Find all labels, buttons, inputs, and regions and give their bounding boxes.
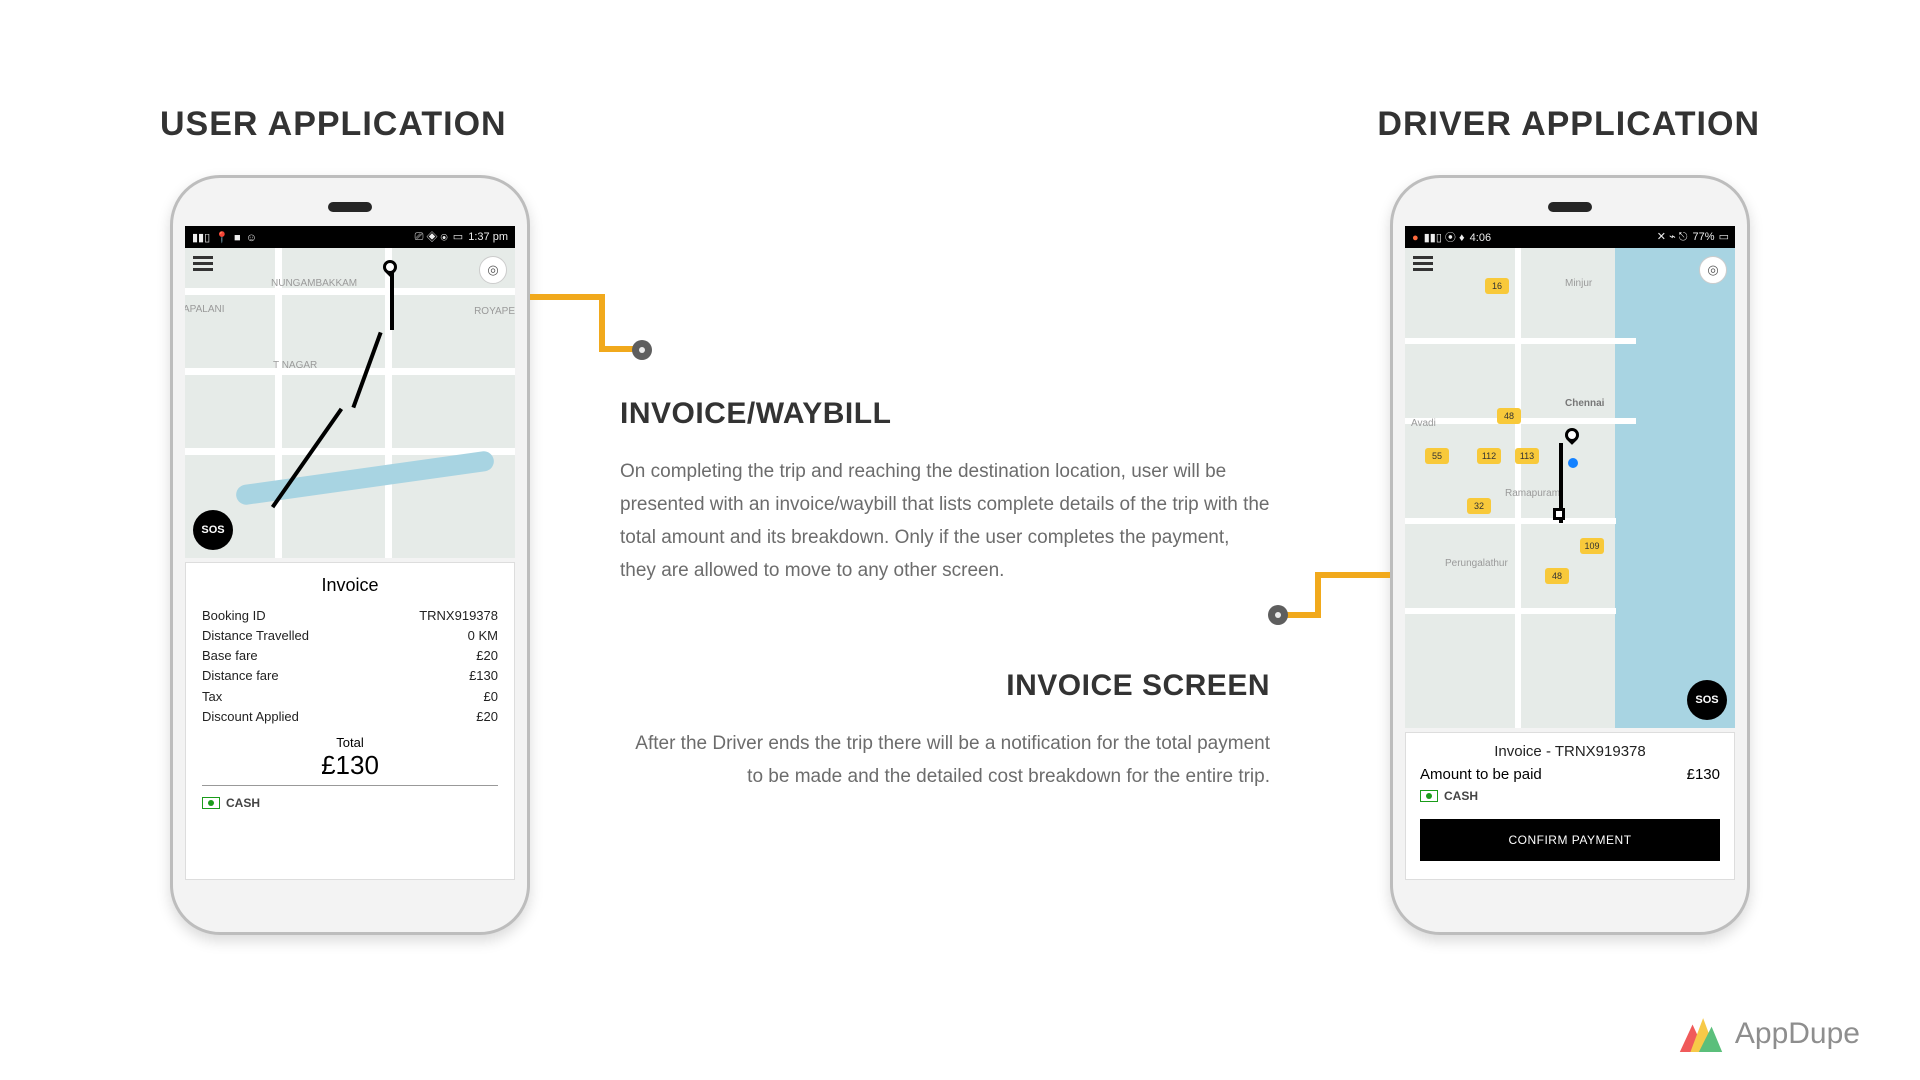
heading-user: USER APPLICATION [160,105,507,144]
invoice-card: Invoice Booking IDTRNX919378 Distance Tr… [185,562,515,880]
map-label: T NAGAR [273,360,317,371]
map[interactable]: Chennai Avadi Minjur Ramapuram Perungala… [1405,248,1735,728]
confirm-payment-button[interactable]: CONFIRM PAYMENT [1420,819,1720,861]
map-label: Chennai [1565,398,1604,409]
payment-method: CASH [202,796,498,810]
connector [1315,572,1390,578]
menu-icon[interactable] [1413,256,1433,271]
invoice-total: Total £130 [202,735,498,786]
payment-method: CASH [1420,789,1720,803]
map[interactable]: NUNGAMBAKKAM T NAGAR APALANI ROYAPE ◎ SO… [185,248,515,558]
phone-user: ▮▮▯ 📍 ■ ☺ ⎚ ◈ ⦿ ▭ 1:37 pm NUNGAMBAKKAM T… [170,175,530,935]
status-batt: 77% [1693,231,1715,243]
map-label: APALANI [185,304,225,315]
menu-icon[interactable] [193,256,213,271]
route-shield: 109 [1580,538,1604,554]
explainer-body: On completing the trip and reaching the … [620,455,1270,588]
explainer-title: INVOICE SCREEN [620,660,1270,713]
invoice-row: Distance fare£130 [202,666,498,686]
cash-icon [1420,790,1438,802]
route-shield: 16 [1485,278,1509,294]
pin-icon: 📍 [215,232,229,244]
invoice-row: Booking IDTRNX919378 [202,606,498,626]
heading-driver: DRIVER APPLICATION [1377,105,1760,144]
connector [599,294,605,346]
route-pin-icon [380,257,400,277]
amount-row: Amount to be paid £130 [1420,766,1720,783]
signal-icon: ▮▮▯ [192,232,210,244]
connector [530,294,605,300]
route-shield: 113 [1515,448,1539,464]
route-end-icon [1553,508,1565,520]
map-label: Perungalathur [1445,558,1508,569]
status-time: 1:37 pm [468,231,508,243]
route-shield: 48 [1497,408,1521,424]
cash-icon [202,797,220,809]
status-time: 4:06 [1470,232,1491,244]
map-label: Avadi [1411,418,1436,429]
phone-driver: ● ▮▮▯ ⦿ ♦ 4:06 ✕ ⌁ ⎋ 77% ▭ Chennai Avadi… [1390,175,1750,935]
map-label: Minjur [1565,278,1592,289]
sos-button[interactable]: SOS [1687,680,1727,720]
explainer-invoice-screen: INVOICE SCREEN After the Driver ends the… [620,660,1270,793]
recenter-button[interactable]: ◎ [479,256,507,284]
connector-dot-icon [632,340,652,360]
route-shield: 48 [1545,568,1569,584]
explainer-invoice-waybill: INVOICE/WAYBILL On completing the trip a… [620,388,1270,588]
invoice-row: Tax£0 [202,687,498,707]
explainer-title: INVOICE/WAYBILL [620,388,1270,441]
connector-dot-icon [1268,605,1288,625]
route-shield: 112 [1477,448,1501,464]
invoice-row: Base fare£20 [202,646,498,666]
map-label: NUNGAMBAKKAM [271,278,357,289]
connector [1315,572,1321,612]
invoice-row: Discount Applied£20 [202,707,498,727]
sos-button[interactable]: SOS [193,510,233,550]
map-label: Ramapuram [1505,488,1560,499]
current-location-icon [1568,458,1578,468]
earpiece [328,202,372,212]
driver-invoice-card: Invoice - TRNX919378 Amount to be paid £… [1405,732,1735,880]
brand-name: AppDupe [1735,1017,1860,1051]
recenter-button[interactable]: ◎ [1699,256,1727,284]
invoice-title: Invoice [202,575,498,596]
brand-logo: AppDupe [1679,1016,1860,1052]
route-shield: 32 [1467,498,1491,514]
map-label: ROYAPE [474,306,515,317]
invoice-title: Invoice - TRNX919378 [1420,743,1720,760]
earpiece [1548,202,1592,212]
invoice-row: Distance Travelled0 KM [202,626,498,646]
status-bar: ● ▮▮▯ ⦿ ♦ 4:06 ✕ ⌁ ⎋ 77% ▭ [1405,226,1735,248]
appdupe-icon [1679,1016,1723,1052]
status-bar: ▮▮▯ 📍 ■ ☺ ⎚ ◈ ⦿ ▭ 1:37 pm [185,226,515,248]
explainer-body: After the Driver ends the trip there wil… [620,727,1270,794]
video-icon: ■ [234,232,241,244]
route-pin-icon [1562,425,1582,445]
route-shield: 55 [1425,448,1449,464]
